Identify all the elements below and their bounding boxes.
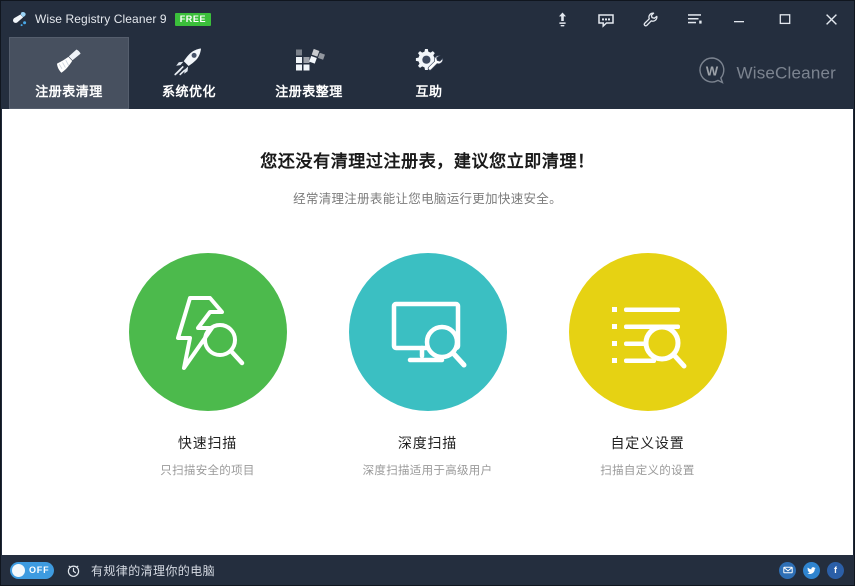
tab-mutual-help[interactable]: 互助 (369, 37, 489, 109)
gear-wrench-icon (412, 47, 446, 77)
tab-label: 注册表清理 (35, 83, 103, 99)
schedule-toggle[interactable]: OFF (10, 561, 54, 579)
deep-scan-action[interactable]: 深度扫描 深度扫描适用于高级用户 (318, 253, 538, 478)
twitter-icon[interactable] (803, 561, 820, 579)
page-headline: 您还没有清理过注册表，建议您立即清理！ (260, 152, 595, 171)
email-icon[interactable] (779, 561, 796, 579)
facebook-icon[interactable]: f (827, 561, 844, 579)
quick-scan-desc: 只扫描安全的项目 (160, 465, 255, 477)
content-area: 您还没有清理过注册表，建议您立即清理！ 经常清理注册表能让您电脑运行更加快速安全… (1, 109, 854, 555)
svg-text:W: W (706, 64, 719, 79)
page-subline: 经常清理注册表能让您电脑运行更加快速安全。 (293, 192, 562, 206)
app-window: Wise Registry Cleaner 9 FREE 注册表清理 系统优化 … (0, 0, 855, 586)
app-title: Wise Registry Cleaner 9 (35, 12, 167, 26)
quick-scan-title: 快速扫描 (177, 435, 238, 451)
quick-scan-circle[interactable] (128, 253, 287, 411)
toggle-state-label: OFF (29, 565, 50, 575)
facebook-glyph: f (834, 564, 837, 575)
w-bubble-icon: W (697, 56, 727, 91)
custom-settings-action[interactable]: 自定义设置 扫描自定义的设置 (538, 253, 758, 478)
tab-system-optimize[interactable]: 系统优化 (129, 37, 249, 109)
brand-logo: W WiseCleaner (697, 56, 836, 91)
maximize-icon[interactable] (762, 1, 808, 37)
deep-scan-title: 深度扫描 (397, 435, 458, 451)
title-bar: Wise Registry Cleaner 9 FREE (1, 1, 854, 37)
blocks-icon (292, 47, 326, 77)
status-text: 有规律的清理你的电脑 (91, 563, 216, 578)
minimize-icon[interactable] (716, 1, 762, 37)
wrench-icon[interactable] (628, 1, 672, 37)
social-links: f (779, 561, 844, 579)
deep-scan-circle[interactable] (348, 253, 507, 411)
tab-registry-defrag[interactable]: 注册表整理 (249, 37, 369, 109)
custom-settings-circle[interactable] (568, 253, 727, 411)
scan-actions: 快速扫描 只扫描安全的项目 深度扫描 深度扫描适用于高级用户 自定义设置 扫描自… (2, 253, 853, 478)
rocket-icon (172, 47, 206, 77)
lightning-search-icon (175, 296, 244, 370)
toggle-knob (12, 563, 25, 577)
upgrade-icon[interactable] (540, 1, 584, 37)
menu-icon[interactable] (672, 1, 716, 37)
monitor-search-icon (391, 301, 466, 368)
list-search-icon (611, 307, 686, 369)
tab-label: 互助 (415, 83, 443, 99)
feedback-icon[interactable] (584, 1, 628, 37)
status-bar: OFF 有规律的清理你的电脑 f (1, 555, 854, 585)
alarm-clock-icon[interactable] (66, 563, 81, 578)
free-badge: FREE (174, 12, 212, 26)
close-icon[interactable] (808, 1, 854, 37)
tab-registry-cleaner[interactable]: 注册表清理 (9, 37, 129, 109)
broom-icon (52, 47, 86, 77)
tab-label: 系统优化 (161, 83, 216, 99)
deep-scan-desc: 深度扫描适用于高级用户 (362, 465, 493, 477)
nav-bar: 注册表清理 系统优化 注册表整理 互助 W WiseCleaner (1, 37, 854, 109)
quick-scan-action[interactable]: 快速扫描 只扫描安全的项目 (98, 253, 318, 478)
custom-settings-desc: 扫描自定义的设置 (600, 465, 695, 477)
tab-label: 注册表整理 (275, 83, 343, 99)
brand-text: WiseCleaner (736, 63, 836, 82)
app-icon (10, 10, 28, 28)
custom-settings-title: 自定义设置 (610, 435, 685, 451)
